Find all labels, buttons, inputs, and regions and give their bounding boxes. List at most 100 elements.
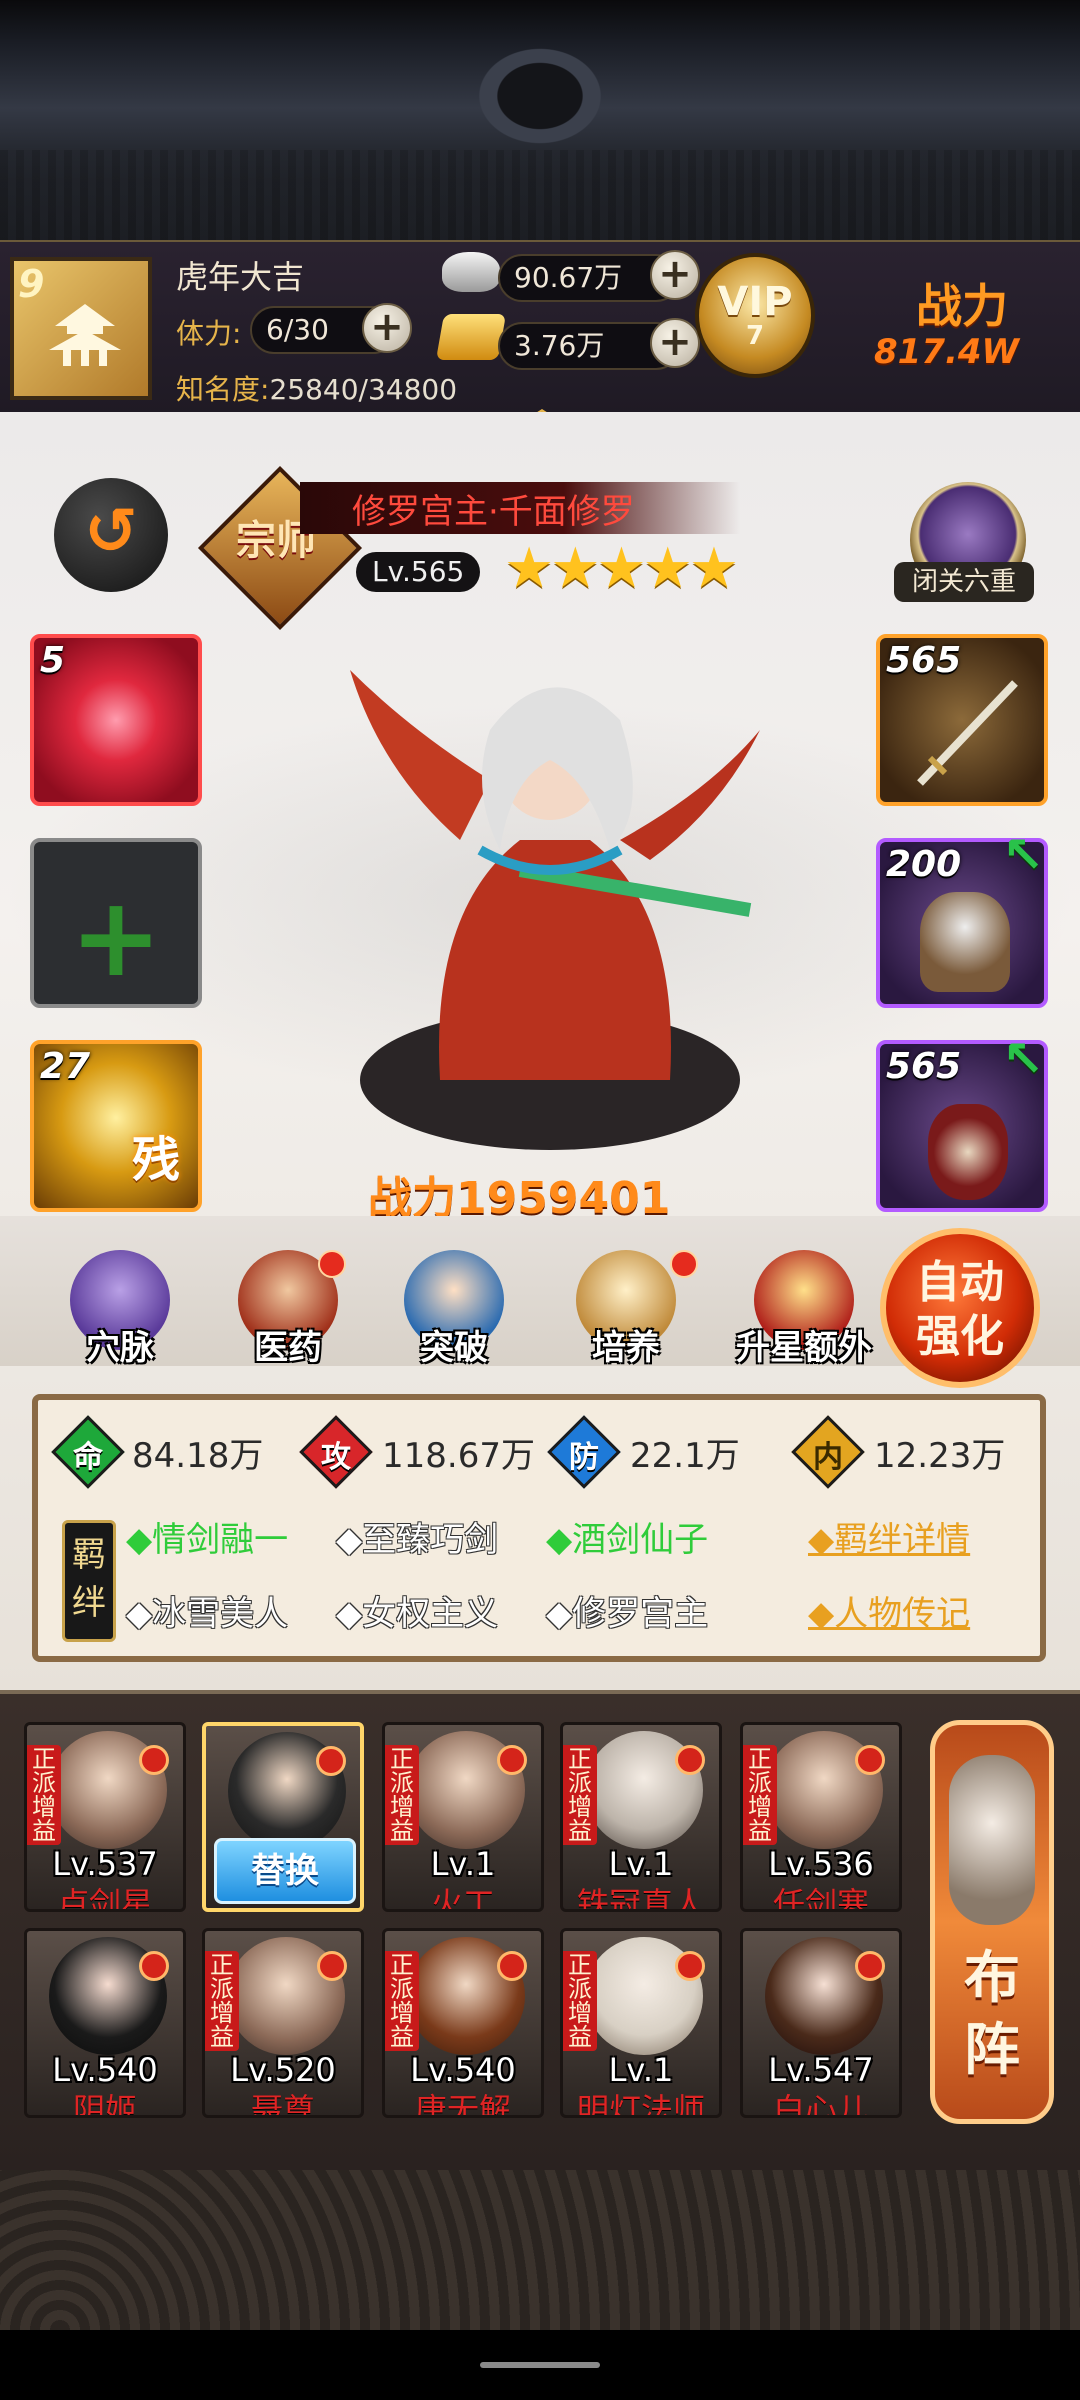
boost-badge: 正派增益 — [563, 1951, 597, 2051]
roster-card-selected[interactable]: 替换 — [202, 1722, 364, 1912]
defense-value: 22.1万 — [630, 1436, 740, 1476]
bond-item[interactable]: ◆酒剑仙子 — [546, 1512, 708, 1561]
defense-char: 防 — [569, 1440, 599, 1475]
fame-row: 知名度:25840/34800 — [176, 368, 457, 408]
roster-name: 白心儿 — [772, 2091, 869, 2118]
notification-dot — [675, 1951, 705, 1981]
notification-dot — [855, 1745, 885, 1775]
slot-level: 200 — [886, 844, 962, 885]
roster-level: Lv.537 — [52, 1845, 158, 1883]
vip-badge[interactable]: VIP 7 — [695, 253, 815, 378]
boost-badge: 正派增益 — [385, 1745, 419, 1845]
roster-name: 唐无解 — [414, 2091, 511, 2118]
roster-card[interactable]: 正派增益 Lv.536 任剑寒 — [740, 1722, 902, 1912]
action-label: 培养 — [592, 1328, 660, 1368]
plus-icon: + — [69, 873, 163, 1001]
notification-dot — [675, 1745, 705, 1775]
slot-level: 565 — [886, 1046, 962, 1087]
notification-dot — [497, 1951, 527, 1981]
roster-level: Lv.1 — [608, 1845, 674, 1883]
martial-art-slot[interactable]: 5 — [30, 634, 202, 806]
slot-level: 27 — [40, 1046, 91, 1087]
player-name: 虎年大吉 — [176, 258, 305, 296]
fame-label: 知名度: — [176, 373, 270, 406]
residual-page-slot[interactable]: 27 残 — [30, 1040, 202, 1212]
back-button[interactable]: ↺ — [54, 478, 168, 592]
roster-level: Lv.536 — [768, 1845, 874, 1883]
roster-name: 聂尊 — [250, 2091, 315, 2118]
silver-ingot-icon — [442, 252, 500, 292]
cultivate-button[interactable]: 培养 — [566, 1250, 686, 1369]
notification-dot — [670, 1250, 698, 1278]
hp-char: 命 — [73, 1440, 103, 1475]
armor-icon — [920, 892, 1010, 992]
vip-level: 7 — [745, 321, 765, 351]
hero-level: Lv.565 — [356, 552, 481, 592]
roster-card[interactable]: Lv.540 阴姬 — [24, 1928, 186, 2118]
notification-dot — [139, 1951, 169, 1981]
hero-stars: ★★★★★ — [504, 536, 739, 601]
bond-item[interactable]: ◆女权主义 — [336, 1586, 498, 1635]
notification-dot — [497, 1745, 527, 1775]
biography-link[interactable]: ◆人物传记 — [808, 1586, 970, 1635]
slot-level: 5 — [40, 640, 66, 681]
roster-level: Lv.540 — [410, 2051, 516, 2089]
bond-item[interactable]: ◆情剑融一 — [126, 1512, 288, 1561]
auto-strengthen-label: 自动强化 — [916, 1257, 1004, 1362]
player-level: 9 — [18, 262, 45, 306]
breakthrough-button[interactable]: 突破 — [394, 1250, 514, 1369]
home-indicator[interactable] — [480, 2362, 600, 2368]
wave-decoration — [0, 2170, 1080, 2330]
inner-power-value: 12.23万 — [874, 1436, 1006, 1476]
vip-text: VIP — [717, 279, 793, 325]
action-label: 穴脉 — [86, 1328, 154, 1368]
empty-skill-slot[interactable]: + — [30, 838, 202, 1008]
bond-tag: 羁绊 — [62, 1520, 116, 1642]
roster-card[interactable]: 正派增益 Lv.537 卢剑星 — [24, 1722, 186, 1912]
roster-card[interactable]: 正派增益 Lv.1 火工 — [382, 1722, 544, 1912]
roster-card[interactable]: 正派增益 Lv.1 明灯法师 — [560, 1928, 722, 2118]
hero-portrait — [350, 670, 760, 1150]
seclusion-label[interactable]: 闭关六重 — [894, 562, 1034, 602]
boost-badge: 正派增益 — [385, 1951, 419, 2051]
roster-card[interactable]: Lv.547 白心儿 — [740, 1928, 902, 2118]
upgrade-arrow-icon: ↖ — [1002, 1030, 1044, 1088]
hero-name: 修罗宫主·千面修罗 — [352, 492, 635, 532]
boost-badge: 正派增益 — [743, 1745, 777, 1845]
wine-jug-icon — [928, 1104, 1008, 1200]
residual-badge: 残 — [131, 1132, 180, 1188]
notification-dot — [317, 1951, 347, 1981]
weapon-slot[interactable]: 565 — [876, 634, 1048, 806]
acupoint-button[interactable]: 穴脉 — [60, 1250, 180, 1369]
roster-card[interactable]: 正派增益 Lv.540 唐无解 — [382, 1928, 544, 2118]
add-silver-button[interactable]: + — [650, 250, 700, 300]
roster-card[interactable]: 正派增益 Lv.520 聂尊 — [202, 1928, 364, 2118]
bond-details-link[interactable]: ◆羁绊详情 — [808, 1512, 970, 1561]
roster-name: 火工 — [430, 1885, 495, 1912]
add-gold-button[interactable]: + — [650, 318, 700, 368]
roster-name: 任剑寒 — [772, 1885, 869, 1912]
formation-button[interactable]: 布阵 — [930, 1720, 1054, 2124]
notification-dot — [139, 1745, 169, 1775]
boost-badge: 正派增益 — [27, 1745, 61, 1845]
star-extra-button[interactable]: 升星额外 — [724, 1250, 884, 1369]
bond-item[interactable]: ◆冰雪美人 — [126, 1586, 288, 1635]
notification-dot — [855, 1951, 885, 1981]
action-label: 升星额外 — [736, 1328, 872, 1368]
swap-button[interactable]: 替换 — [214, 1838, 356, 1904]
bond-item[interactable]: ◆至臻巧剑 — [336, 1512, 498, 1561]
roster-level: Lv.1 — [430, 1845, 496, 1883]
add-stamina-button[interactable]: + — [362, 303, 412, 353]
roster-card[interactable]: 正派增益 Lv.1 铁冠真人 — [560, 1722, 722, 1912]
sword-icon — [917, 680, 1018, 786]
roster-name: 阴姬 — [72, 2091, 137, 2118]
roster-level: Lv.1 — [608, 2051, 674, 2089]
fame-value: 25840/34800 — [269, 373, 458, 406]
boost-badge: 正派增益 — [205, 1951, 239, 2051]
gold-ingot-icon — [435, 314, 507, 360]
total-power-value: 817.4W — [874, 332, 1020, 372]
action-label: 突破 — [420, 1328, 488, 1368]
auto-strengthen-button[interactable]: 自动强化 — [880, 1228, 1040, 1388]
bond-item[interactable]: ◆修罗宫主 — [546, 1586, 708, 1635]
hp-value: 84.18万 — [132, 1436, 264, 1476]
